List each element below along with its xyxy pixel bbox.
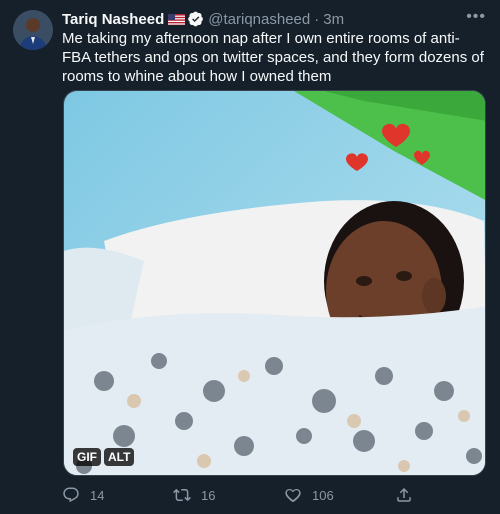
avatar[interactable] (13, 10, 53, 50)
reply-button[interactable]: 14 (62, 486, 104, 504)
author-handle[interactable]: @tariqnasheed (208, 11, 310, 28)
author-name[interactable]: Tariq Nasheed (62, 11, 164, 28)
verified-badge-icon (188, 11, 204, 27)
flag-usa-icon (168, 13, 186, 25)
tweet-time[interactable]: 3m (323, 11, 344, 28)
gif-frame-image (64, 91, 485, 475)
like-count: 106 (312, 487, 334, 503)
like-button[interactable]: 106 (284, 486, 334, 504)
retweet-count: 16 (201, 487, 216, 503)
tweet-header: Tariq Nasheed @tariqnasheed · 3m (62, 9, 344, 29)
alt-badge[interactable]: ALT (104, 448, 135, 466)
share-button[interactable] (395, 486, 423, 504)
reply-count: 14 (90, 487, 105, 503)
gif-badge: GIF (73, 448, 101, 466)
like-icon (285, 488, 301, 503)
more-icon[interactable]: ••• (466, 9, 486, 25)
tweet-text: Me taking my afternoon nap after I own e… (62, 30, 484, 85)
retweet-icon (173, 488, 191, 502)
tweet-actions: 14 16 106 (62, 486, 492, 506)
share-icon (397, 487, 411, 502)
tweet[interactable]: Tariq Nasheed @tariqnasheed · 3m ••• Me … (0, 0, 500, 514)
reply-icon (63, 487, 79, 503)
separator-dot: · (314, 10, 320, 28)
tweet-media-gif[interactable]: GIF ALT (63, 90, 486, 476)
retweet-button[interactable]: 16 (173, 486, 215, 504)
